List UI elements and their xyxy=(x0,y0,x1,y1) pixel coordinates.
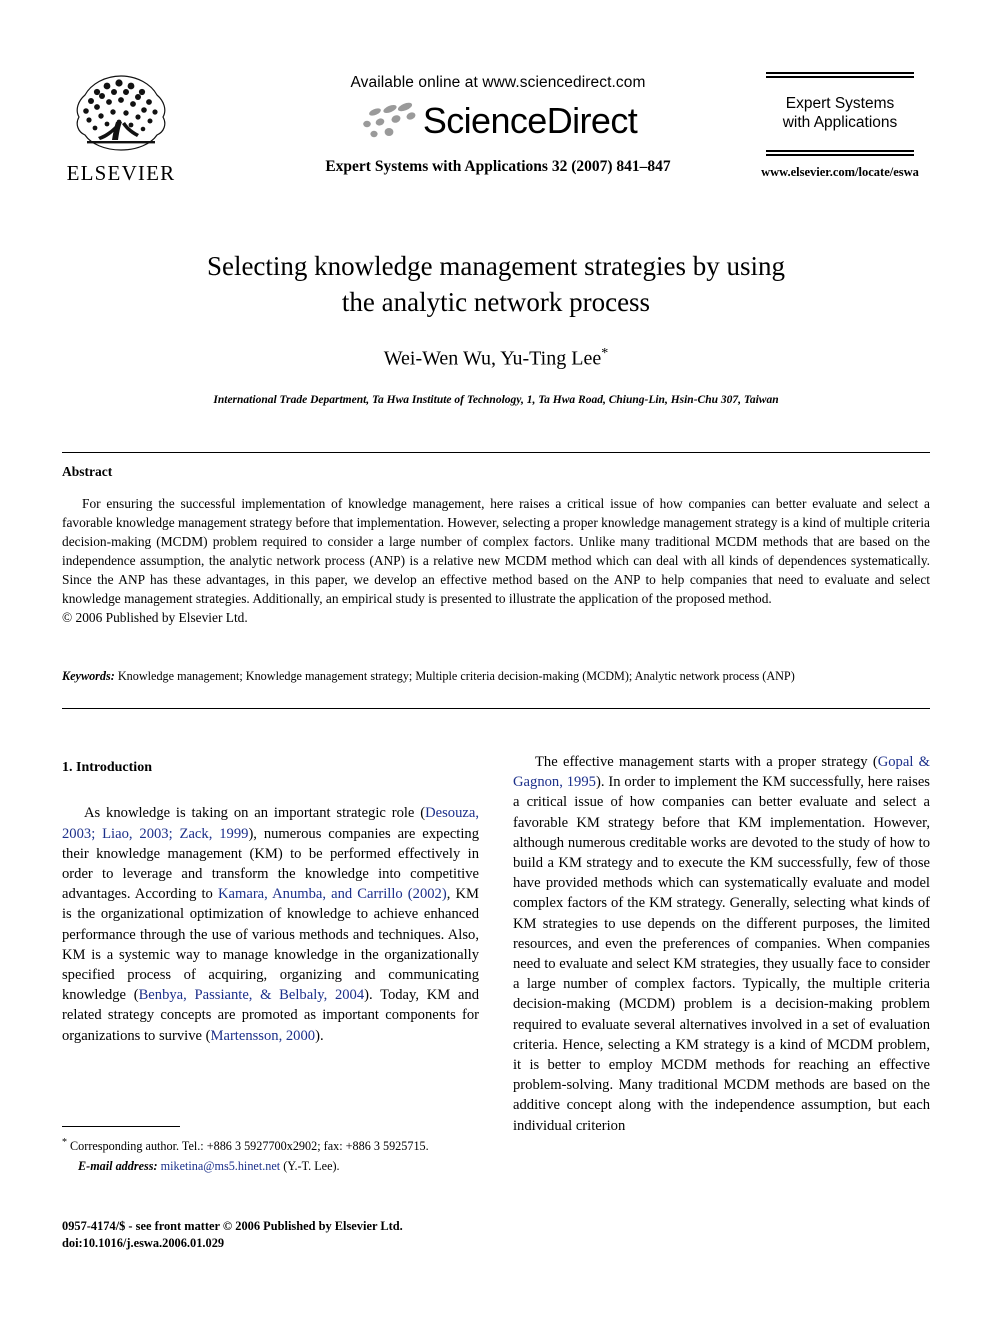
keywords-text: Knowledge management; Knowledge manageme… xyxy=(117,669,795,683)
author-list: Wei-Wen Wu, Yu-Ting Lee* xyxy=(62,346,930,371)
citation-link[interactable]: Martensson, 2000 xyxy=(210,1028,315,1044)
elsevier-logo: ELSEVIER xyxy=(62,70,180,184)
imprint-block: 0957-4174/$ - see front matter © 2006 Pu… xyxy=(62,1218,532,1253)
citation-link[interactable]: Benbya, Passiante, & Belbaly, 2004 xyxy=(139,987,365,1003)
masthead: ELSEVIER Available online at www.science… xyxy=(62,62,930,210)
intro-paragraph-left: As knowledge is taking on an important s… xyxy=(62,803,479,1045)
issn-front-matter: 0957-4174/$ - see front matter © 2006 Pu… xyxy=(62,1219,403,1233)
abstract-section: Abstract For ensuring the successful imp… xyxy=(62,464,930,627)
journal-url[interactable]: www.elsevier.com/locate/eswa xyxy=(750,165,930,180)
email-link[interactable]: miketina@ms5.hinet.net xyxy=(161,1159,281,1173)
abstract-bottom-rule xyxy=(62,708,930,709)
paper-page: ELSEVIER Available online at www.science… xyxy=(0,0,992,1323)
doi-line: doi:10.1016/j.eswa.2006.01.029 xyxy=(62,1236,225,1251)
abstract-body: For ensuring the successful implementati… xyxy=(62,496,930,607)
journal-title-box: Expert Systems with Applications www.els… xyxy=(750,72,930,180)
journal-reference: Expert Systems with Applications 32 (200… xyxy=(325,158,671,175)
journal-name: Expert Systems with Applications xyxy=(750,78,930,150)
email-owner: (Y.-T. Lee). xyxy=(283,1158,340,1173)
email-label: E-mail address: xyxy=(78,1158,158,1173)
body-column-right: The effective management starts with a p… xyxy=(513,752,930,1136)
title-line-1: Selecting knowledge management strategie… xyxy=(206,251,786,281)
author-names: Wei-Wen Wu, Yu-Ting Lee xyxy=(383,348,602,370)
sciencedirect-logo: ScienceDirect xyxy=(248,98,748,144)
affiliation: International Trade Department, Ta Hwa I… xyxy=(213,394,779,406)
footnote-block: * Corresponding author. Tel.: +886 3 592… xyxy=(62,1126,479,1174)
keywords-line: Keywords: Knowledge management; Knowledg… xyxy=(62,669,930,684)
abstract-copyright: © 2006 Published by Elsevier Ltd. xyxy=(62,610,248,626)
sciencedirect-block: Available online at www.sciencedirect.co… xyxy=(248,74,748,176)
text-run: ). In order to implement the KM successf… xyxy=(513,774,930,1134)
journal-name-line2: with Applications xyxy=(782,113,898,131)
text-run: The effective management starts with a p… xyxy=(535,754,878,770)
corresponding-author-note: * Corresponding author. Tel.: +886 3 592… xyxy=(62,1136,479,1155)
available-online-text: Available online at www.sciencedirect.co… xyxy=(350,74,646,91)
abstract-top-rule xyxy=(62,452,930,453)
journal-name-line1: Expert Systems xyxy=(785,95,895,112)
text-run: As knowledge is taking on an important s… xyxy=(84,805,426,822)
text-run: ). xyxy=(315,1027,324,1044)
footnote-marker: * xyxy=(62,1137,67,1148)
elsevier-wordmark: ELSEVIER xyxy=(66,161,176,185)
corresponding-author-marker: * xyxy=(601,346,609,362)
footnote-rule xyxy=(62,1126,180,1127)
keywords-label: Keywords: xyxy=(62,669,115,683)
email-note: E-mail address: miketina@ms5.hinet.net (… xyxy=(62,1158,479,1175)
abstract-heading: Abstract xyxy=(62,464,113,479)
body-column-left: 1. Introduction As knowledge is taking o… xyxy=(62,758,479,1046)
title-block: Selecting knowledge management strategie… xyxy=(62,248,930,406)
sciencedirect-dots-icon xyxy=(363,102,416,138)
elsevier-tree-icon xyxy=(76,75,166,151)
text-run: , KM is the organizational optimization … xyxy=(62,886,479,1004)
page-title: Selecting knowledge management strategie… xyxy=(62,248,930,320)
text-run: Corresponding author. Tel.: +886 3 59277… xyxy=(70,1139,429,1154)
title-line-2: the analytic network process xyxy=(341,287,651,318)
sciencedirect-wordmark: ScienceDirect xyxy=(422,100,638,141)
intro-paragraph-right: The effective management starts with a p… xyxy=(513,752,930,1136)
citation-link[interactable]: Kamara, Anumba, and Carrillo (2002) xyxy=(218,886,447,902)
journal-box-bottom-rule xyxy=(766,150,914,157)
section-heading-introduction: 1. Introduction xyxy=(62,760,152,775)
